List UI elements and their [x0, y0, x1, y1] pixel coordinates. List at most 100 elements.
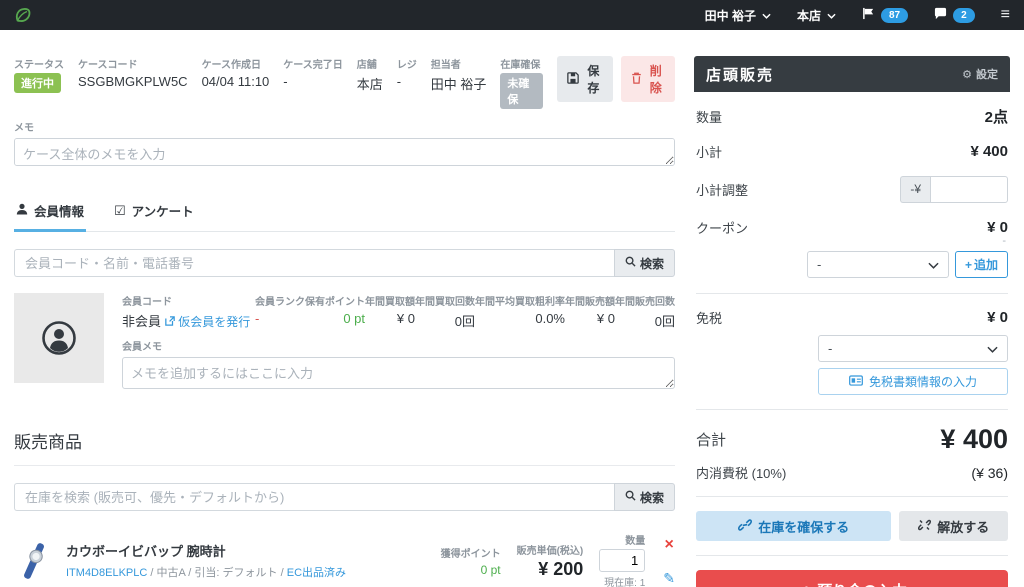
product-thumbnail[interactable]: [14, 541, 54, 581]
user-menu[interactable]: 田中 裕子: [705, 7, 771, 24]
trash-icon: [631, 72, 642, 87]
annual-buy-value: ¥ 0: [396, 311, 415, 326]
product-qty-input[interactable]: [599, 549, 646, 572]
stock-hold-label: 在庫確保: [500, 60, 541, 71]
member-tabs: 会員情報 ☑ アンケート: [14, 195, 675, 232]
reserve-stock-button[interactable]: 在庫を確保する: [696, 511, 892, 541]
taxfree-select[interactable]: -: [818, 335, 1008, 362]
member-search-row: 検索: [14, 249, 675, 277]
external-link-icon: [164, 314, 175, 329]
cart-coupon-label: クーポン: [696, 221, 749, 236]
product-title: カウボーイビバップ 腕時計: [66, 544, 226, 559]
person-icon: [16, 203, 28, 218]
remove-product-icon[interactable]: ×: [664, 536, 673, 553]
plus-icon: +: [964, 257, 972, 272]
case-created-field: ケース作成日 04/04 11:10: [202, 56, 270, 89]
member-search-button[interactable]: 検索: [613, 249, 675, 277]
case-created-value: 04/04 11:10: [201, 74, 270, 89]
member-search-button-label: 検索: [639, 256, 664, 271]
tab-member-info[interactable]: 会員情報: [14, 195, 87, 232]
tab-survey[interactable]: ☑ アンケート: [112, 195, 196, 232]
separator: /: [188, 567, 192, 579]
stock-search-input[interactable]: [14, 483, 614, 511]
top-navbar: 田中 裕子 本店 87 2 ≡: [0, 0, 1024, 30]
member-memo-input[interactable]: [122, 357, 675, 389]
product-points-field: 獲得ポイント 0 pt: [441, 545, 501, 577]
cart-coupon-value: ¥ 0: [987, 219, 1008, 236]
member-avatar: [14, 293, 104, 383]
member-search-input[interactable]: [14, 249, 614, 277]
gear-icon: ⚙: [962, 68, 972, 81]
taxfree-value: ¥ 0: [987, 309, 1008, 326]
deposit-button[interactable]: ✔ 預り金の入力: [696, 570, 1008, 587]
delete-button-label: 削除: [649, 64, 662, 95]
status-label: ステータス: [14, 60, 64, 71]
cart-settings-label: 設定: [976, 69, 998, 81]
member-rank-field: 会員ランク -: [255, 293, 305, 326]
cart-panel: 店頭販売 ⚙ 設定 数量 2点 小計 ¥ 400 小計調整 -¥ クーポン ¥ …: [694, 56, 1010, 587]
flag-count-badge: 87: [880, 7, 909, 23]
release-stock-button[interactable]: 解放する: [899, 511, 1008, 541]
product-price-field: 販売単価(税込) ¥ 200: [517, 542, 584, 580]
tab-survey-label: アンケート: [131, 205, 194, 219]
product-row: カウボーイビバップ 腕時計 ITM4D8ELKPLC / 中古A / 引当: デ…: [14, 523, 675, 587]
coupon-select[interactable]: -: [806, 251, 949, 278]
notifications-flag-menu[interactable]: 87: [862, 7, 909, 23]
survey-checkbox-icon: ☑: [114, 203, 126, 218]
member-code-field: 会員コード 非会員 仮会員を発行: [122, 293, 255, 330]
separator: /: [150, 567, 154, 579]
annual-sales-count-value: 0回: [654, 314, 675, 329]
annual-sales-count-field: 年間販売回数 0回: [615, 293, 675, 330]
adjustment-amount-input[interactable]: [930, 176, 1008, 203]
edit-product-icon[interactable]: ✎: [663, 571, 675, 585]
case-completed-value: -: [283, 74, 288, 89]
annual-margin-value: 0.0%: [535, 311, 565, 326]
taxfree-select-row: -: [696, 335, 1008, 362]
cart-adjustment-row: 小計調整 -¥: [696, 176, 1008, 203]
product-qty-field: 数量 現在庫: 1: [599, 532, 646, 587]
stock-search-button[interactable]: 検索: [613, 483, 675, 511]
hamburger-menu[interactable]: ≡: [1001, 7, 1010, 23]
taxfree-select-value: -: [828, 341, 833, 356]
member-memo-block: 会員メモ: [122, 338, 675, 394]
release-stock-label: 解放する: [937, 519, 990, 535]
annual-margin-label: 年間平均買取粗利率: [475, 297, 565, 308]
stock-hold-field: 在庫確保 未確保: [500, 56, 544, 109]
chevron-down-icon: [762, 8, 771, 22]
create-temp-member-link[interactable]: 仮会員を発行: [178, 315, 250, 329]
product-ec-status-link[interactable]: EC出品済み: [287, 567, 346, 579]
messages-menu[interactable]: 2: [934, 7, 975, 23]
delete-button[interactable]: 削除: [620, 56, 675, 102]
case-staff-value: 田中 裕子: [430, 77, 487, 92]
taxfree-docs-button[interactable]: 免税書類情報の入力: [818, 368, 1008, 395]
product-points-value: 0 pt: [480, 562, 501, 577]
member-code-value: 非会員: [122, 314, 162, 329]
case-register-label: レジ: [396, 60, 417, 71]
tax-value: (¥ 36): [971, 464, 1008, 481]
user-menu-label: 田中 裕子: [704, 8, 756, 23]
deposit-button-label: 預り金の入力: [817, 580, 907, 587]
store-menu[interactable]: 本店: [797, 7, 836, 24]
check-icon: ✔: [797, 582, 810, 587]
search-icon: [625, 490, 636, 504]
save-button[interactable]: 保存: [557, 56, 613, 102]
taxfree-docs-label: 免税書類情報の入力: [868, 375, 977, 389]
annual-margin-field: 年間平均買取粗利率 0.0%: [475, 293, 565, 326]
product-code-link[interactable]: ITM4D8ELKPLC: [66, 567, 147, 579]
stock-search-button-label: 検索: [639, 490, 664, 505]
cart-settings-button[interactable]: ⚙ 設定: [962, 66, 998, 82]
product-points-label: 獲得ポイント: [440, 548, 501, 560]
store-menu-label: 本店: [796, 8, 821, 23]
case-store-field: 店舗 本店: [357, 56, 383, 93]
main-content: ステータス 進行中 ケースコード SSGBMGKPLW5C ケース作成日 04/…: [0, 30, 1024, 587]
case-store-value: 本店: [356, 77, 383, 92]
case-code-field: ケースコード SSGBMGKPLW5C: [78, 56, 188, 89]
member-points-value: 0 pt: [343, 311, 365, 326]
coupon-select-value: -: [816, 257, 822, 272]
divider: [696, 555, 1008, 556]
app-logo-icon[interactable]: [14, 6, 32, 24]
add-coupon-button[interactable]: + 追加: [954, 251, 1008, 278]
id-card-icon: [849, 374, 863, 389]
case-memo-input[interactable]: [14, 138, 675, 166]
member-info: 会員コード 非会員 仮会員を発行 会員ランク - 保有ポイント 0 pt 年間買…: [122, 293, 675, 394]
